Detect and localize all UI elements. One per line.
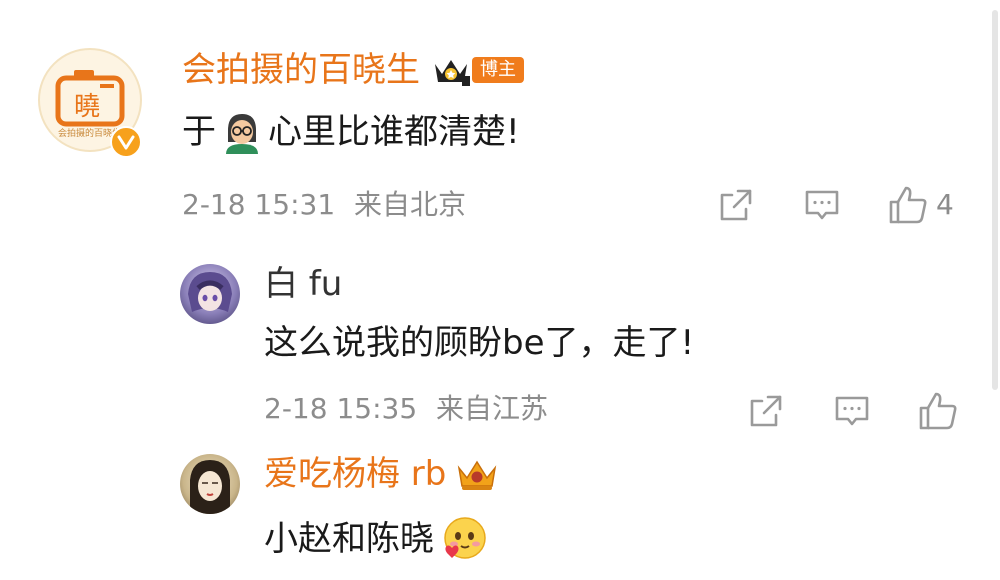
username[interactable]: 爱吃杨梅 rb bbox=[264, 454, 446, 494]
comment-button[interactable] bbox=[834, 392, 872, 430]
reply-item: 白 fu 这么说我的顾盼be了，走了! 2-18 15:35 来自江苏 bbox=[0, 240, 1000, 440]
username-row: 爱吃杨梅 rb bbox=[264, 454, 498, 494]
blush-heart-emoji-icon bbox=[438, 514, 488, 564]
comment-item: 曉 会拍摄的百晓生 会拍摄的百晓生 博主 于 心里比谁都清楚! 2-18 15:… bbox=[0, 0, 1000, 240]
share-icon bbox=[720, 189, 752, 221]
like-icon bbox=[919, 392, 957, 430]
scrollbar[interactable] bbox=[992, 10, 998, 390]
like-count: 4 bbox=[936, 188, 954, 221]
username[interactable]: 会拍摄的百晓生 bbox=[182, 50, 420, 90]
comment-text-before: 于 bbox=[182, 112, 216, 152]
like-button[interactable] bbox=[918, 390, 958, 432]
comment-icon bbox=[835, 396, 869, 426]
location: 来自江苏 bbox=[436, 392, 549, 425]
like-button[interactable]: 4 bbox=[888, 184, 954, 226]
blogger-badge: 博主 bbox=[472, 57, 524, 83]
location: 来自北京 bbox=[354, 188, 467, 221]
timestamp: 2-18 15:31 bbox=[182, 188, 336, 221]
comment-text-after: 心里比谁都清楚! bbox=[268, 112, 520, 152]
username-row: 会拍摄的百晓生 博主 bbox=[182, 50, 524, 90]
teacher-emoji-icon bbox=[220, 110, 264, 154]
comment-text: 这么说我的顾盼be了，走了! bbox=[264, 323, 695, 363]
avatar[interactable] bbox=[180, 264, 240, 324]
crown-icon bbox=[432, 54, 470, 86]
comment-button[interactable] bbox=[804, 186, 842, 224]
avatar-glyph: 曉 bbox=[74, 92, 101, 122]
comment-text: 于 心里比谁都清楚! bbox=[182, 110, 520, 154]
comment-text: 小赵和陈晓 bbox=[264, 514, 488, 564]
comment-meta: 2-18 15:35 来自江苏 bbox=[264, 392, 548, 426]
share-button[interactable] bbox=[718, 186, 756, 224]
reply-item: 爱吃杨梅 rb 小赵和陈晓 bbox=[0, 440, 1000, 580]
username[interactable]: 白 fu bbox=[264, 264, 342, 304]
avatar[interactable] bbox=[180, 454, 240, 514]
share-button[interactable] bbox=[748, 392, 786, 430]
comment-text-body: 小赵和陈晓 bbox=[264, 519, 434, 559]
crown-icon bbox=[456, 456, 498, 492]
comment-icon bbox=[805, 190, 839, 220]
comment-meta: 2-18 15:31 来自北京 bbox=[182, 188, 466, 222]
share-icon bbox=[750, 395, 782, 427]
timestamp: 2-18 15:35 bbox=[264, 392, 418, 425]
like-icon bbox=[889, 186, 927, 224]
verified-icon bbox=[110, 126, 142, 158]
